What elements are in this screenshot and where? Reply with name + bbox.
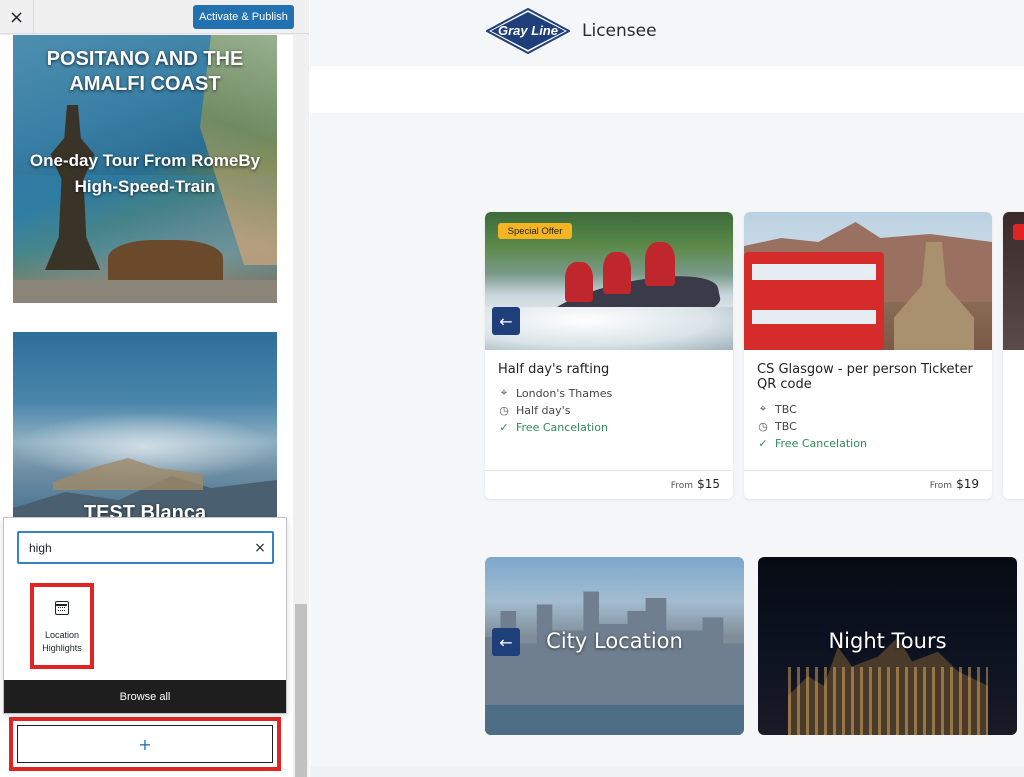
tour-card[interactable] [1003,212,1024,499]
check-circle-icon: ✓ [499,420,509,434]
category-tile-night-tours[interactable]: Night Tours [758,557,1017,735]
price-prefix: From [929,481,953,491]
hero-band [310,66,1024,113]
brand-logo[interactable]: Gray Line [484,7,572,55]
activate-publish-button[interactable]: Activate & Publish [193,5,294,29]
tour-image: Special Offer ← [485,212,733,350]
promo-subtitle: One-day Tour From RomeBy High-Speed-Trai… [29,151,261,196]
category-tile-city-location[interactable]: ← City Location [485,557,744,735]
add-block-highlight: + [9,717,281,771]
tour-price: From $15 [671,477,720,491]
price-value: $19 [956,477,979,491]
tour-image-bus-window [752,264,876,280]
calendar-icon [55,601,69,615]
tour-card[interactable]: CS Glasgow - per person Ticketer QR code… [744,212,992,499]
category-title: Night Tours [828,629,947,653]
price-prefix: From [670,481,694,491]
tour-location-text: London's Thames [516,386,613,400]
category-image-lights [788,667,988,735]
section-divider [310,766,1024,777]
browse-all-button[interactable]: Browse all [4,680,286,713]
tour-badge [1013,224,1024,240]
tour-cancellation-text: Free Cancelation [516,420,608,434]
site-header-title: Licensee [582,21,657,41]
close-icon: × [254,540,266,556]
site-header: Gray Line Licensee [310,0,1024,66]
special-offer-badge: Special Offer [498,223,572,239]
logo-text: Gray Line [498,23,558,38]
promo-card-positano[interactable]: POSITANO AND THE AMALFI COAST One-day To… [13,35,277,303]
location-pin-icon: ⌖ [500,386,508,399]
promo-title: POSITANO AND THE AMALFI COAST [46,48,244,95]
block-search-input[interactable] [29,540,229,556]
tour-location: ⌖ London's Thames [498,385,612,401]
clock-icon: ◷ [499,403,509,417]
tour-image-bus-window [752,310,876,324]
tour-image-water [485,307,733,350]
tour-card[interactable]: Special Offer ← Half day's rafting ⌖ Lon… [485,212,733,499]
promo-image-ledge [13,280,277,303]
clear-search-button[interactable]: × [251,538,269,558]
clock-icon: ◷ [758,419,768,433]
tour-cancellation-text: Free Cancelation [775,436,867,450]
tour-image [1003,212,1024,350]
price-value: $15 [697,477,720,491]
add-block-button[interactable]: + [17,725,273,763]
tour-price: From $19 [930,477,979,491]
block-result-label: Location Highlights [42,630,82,653]
tour-duration: ◷ TBC [757,418,797,434]
location-pin-icon: ⌖ [759,402,767,415]
customizer-header: × Activate & Publish [0,0,309,34]
tour-cancellation: ✓ Free Cancelation [498,419,608,435]
tour-location: ⌖ TBC [757,401,797,417]
customizer-sidebar: × Activate & Publish POSITANO AND THE AM… [0,0,309,777]
close-customizer-button[interactable]: × [0,0,34,34]
category-title: City Location [546,629,683,653]
block-result-location-highlights[interactable]: Location Highlights [30,583,94,669]
carousel-prev-button[interactable]: ← [492,307,520,335]
tour-cancellation: ✓ Free Cancelation [757,435,867,451]
tour-title[interactable]: CS Glasgow - per person Ticketer QR code [757,362,982,392]
tour-footer: From $19 [744,470,992,499]
tour-image-rafter [565,262,593,302]
close-icon: × [8,6,25,28]
block-search-box: × [17,531,274,564]
promo-card-test-blanca[interactable]: TEST Blanca [13,332,277,532]
check-circle-icon: ✓ [758,436,768,450]
tour-footer: From $15 [485,470,733,499]
tour-title[interactable]: Half day's rafting [498,362,723,377]
tour-location-text: TBC [775,402,797,416]
block-inserter-popover: × Location Highlights Browse all [3,517,287,714]
category-image-water [485,705,744,735]
tour-image-rafter [603,252,631,294]
sidebar-scrollbar-thumb[interactable] [295,604,307,777]
tour-duration-text: Half day's [516,403,571,417]
tour-duration-text: TBC [775,419,797,433]
tour-duration: ◷ Half day's [498,402,570,418]
screen: × Activate & Publish POSITANO AND THE AM… [0,0,1024,777]
tour-image-rafter [645,242,675,286]
site-preview: Gray Line Licensee Special Offer ← Half … [310,0,1024,777]
tour-image [744,212,992,350]
arrow-left-icon: ← [499,311,513,331]
promo-image-sculpture [108,240,223,285]
